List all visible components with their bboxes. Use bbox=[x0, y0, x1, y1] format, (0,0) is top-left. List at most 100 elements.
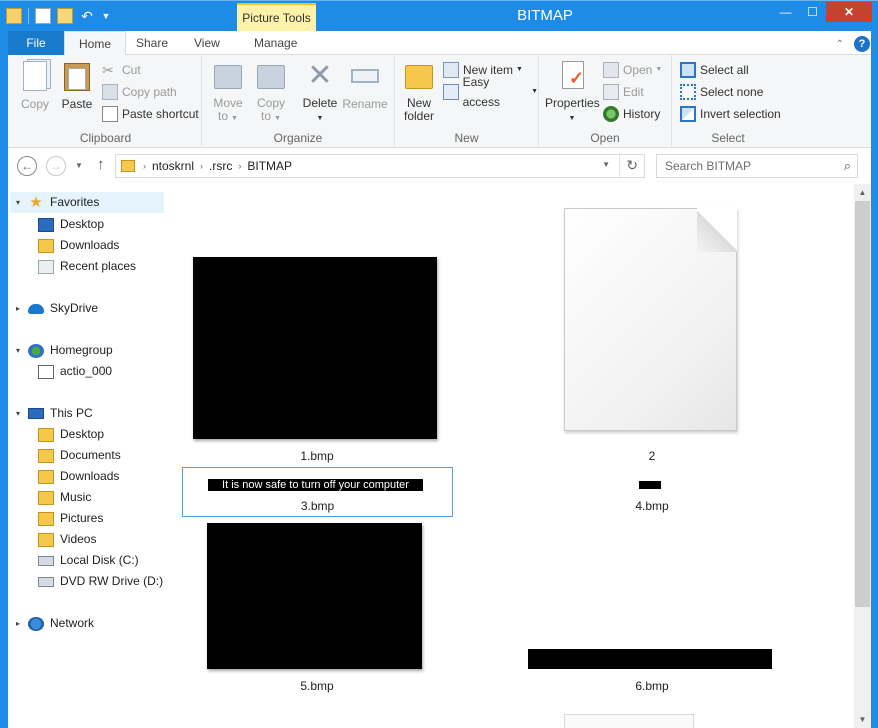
forward-button[interactable]: → bbox=[46, 156, 66, 176]
minimize-button[interactable]: — bbox=[772, 2, 799, 22]
invert-selection-button[interactable]: Invert selection bbox=[680, 104, 781, 124]
videos-folder-icon bbox=[38, 532, 54, 547]
copy-path-icon bbox=[102, 84, 118, 100]
file-item-3-bmp[interactable]: It is now safe to turn off your computer… bbox=[182, 467, 453, 517]
nav-favorites-label: Favorites bbox=[50, 195, 100, 209]
copy-label: Copy bbox=[20, 97, 49, 111]
collapse-chevron-icon[interactable]: ▾ bbox=[16, 409, 20, 418]
nav-favorites[interactable]: ★ Favorites bbox=[10, 192, 164, 213]
thumbnail-image: It is now safe to turn off your computer bbox=[208, 479, 423, 491]
breadcrumb-bitmap[interactable]: BITMAP bbox=[247, 159, 292, 173]
vertical-scrollbar[interactable]: ▲ ▼ bbox=[854, 184, 871, 728]
file-item-2[interactable]: 2 bbox=[516, 204, 788, 468]
refresh-icon[interactable]: ↻ bbox=[626, 157, 638, 174]
edit-button[interactable]: Edit bbox=[603, 82, 644, 102]
nav-skydrive[interactable]: SkyDrive bbox=[28, 298, 98, 319]
nav-pc-videos[interactable]: Videos bbox=[38, 529, 96, 550]
delete-button[interactable]: ✕ Delete ▼ bbox=[300, 59, 340, 125]
nav-network[interactable]: Network bbox=[28, 613, 94, 634]
nav-recent-places[interactable]: Recent places bbox=[38, 256, 136, 277]
new-folder-button[interactable]: New folder bbox=[401, 59, 437, 123]
nav-user[interactable]: actio_000 bbox=[38, 361, 112, 382]
next-file-item-partial[interactable] bbox=[564, 714, 694, 728]
nav-downloads[interactable]: Downloads bbox=[38, 235, 119, 256]
network-icon bbox=[28, 616, 44, 631]
copy-path-button[interactable]: Copy path bbox=[102, 82, 177, 102]
select-all-button[interactable]: Select all bbox=[680, 60, 749, 80]
window-title: BITMAP bbox=[517, 7, 573, 24]
minimize-ribbon-chevron-icon[interactable]: ⌃ bbox=[836, 39, 844, 50]
open-group-label: Open bbox=[590, 131, 620, 145]
file-item-5-bmp[interactable]: 5.bmp bbox=[182, 520, 452, 700]
search-input[interactable]: Search BITMAP ⌕ bbox=[656, 154, 858, 178]
file-name-label: 5.bmp bbox=[300, 679, 334, 693]
nav-this-pc[interactable]: This PC bbox=[28, 403, 93, 424]
scrollbar-thumb[interactable] bbox=[855, 201, 870, 607]
window-inner-border bbox=[8, 149, 10, 728]
nav-homegroup-label: Homegroup bbox=[50, 343, 113, 357]
nav-dvd-drive[interactable]: DVD RW Drive (D:) S bbox=[38, 571, 166, 592]
breadcrumb-chevron-icon[interactable]: › bbox=[200, 161, 203, 171]
move-to-label-2: to bbox=[218, 109, 229, 123]
collapse-chevron-icon[interactable]: ▾ bbox=[16, 198, 20, 207]
delete-x-icon: ✕ bbox=[307, 59, 333, 92]
maximize-button[interactable]: ☐ bbox=[799, 2, 826, 22]
move-to-label: Move bbox=[213, 96, 243, 110]
address-bar[interactable]: › ntoskrnl › .rsrc › BITMAP ▼ ↻ bbox=[115, 154, 645, 178]
address-history-chevron-icon[interactable]: ▼ bbox=[602, 160, 610, 169]
back-button[interactable]: ← bbox=[17, 156, 37, 176]
tab-view[interactable]: View bbox=[180, 31, 234, 55]
scroll-down-arrow-icon[interactable]: ▼ bbox=[854, 711, 871, 728]
desktop-icon bbox=[38, 217, 54, 232]
cut-label: Cut bbox=[122, 63, 141, 77]
expand-chevron-icon[interactable]: ▸ bbox=[16, 619, 20, 628]
paste-shortcut-icon bbox=[102, 106, 118, 122]
copy-button[interactable]: Copy bbox=[18, 59, 52, 111]
nav-desktop[interactable]: Desktop bbox=[38, 214, 104, 235]
open-button[interactable]: Open ▼ bbox=[603, 60, 662, 80]
nav-pc-desktop[interactable]: Desktop bbox=[38, 424, 104, 445]
nav-pc-documents[interactable]: Documents bbox=[38, 445, 121, 466]
title-bar: ↶ ▼ BITMAP — ☐ ✕ bbox=[0, 0, 878, 31]
paste-button[interactable]: Paste bbox=[60, 59, 94, 111]
expand-chevron-icon[interactable]: ▸ bbox=[16, 304, 20, 313]
scroll-up-arrow-icon[interactable]: ▲ bbox=[854, 184, 871, 201]
file-item-6-bmp[interactable]: 6.bmp bbox=[516, 520, 788, 700]
thumbnail-image bbox=[528, 649, 772, 669]
nav-pc-music[interactable]: Music bbox=[38, 487, 91, 508]
up-arrow-icon[interactable]: ↑ bbox=[97, 156, 105, 173]
paste-shortcut-button[interactable]: Paste shortcut bbox=[102, 104, 199, 124]
blank-file-icon bbox=[564, 208, 737, 431]
user-avatar-icon bbox=[38, 364, 54, 379]
tab-file[interactable]: File bbox=[8, 31, 64, 55]
close-button[interactable]: ✕ bbox=[826, 2, 872, 22]
file-name-label: 2 bbox=[648, 449, 656, 463]
select-none-button[interactable]: Select none bbox=[680, 82, 763, 102]
rename-button[interactable]: Rename bbox=[342, 59, 388, 111]
history-button[interactable]: History bbox=[603, 104, 660, 124]
cut-button[interactable]: ✂ Cut bbox=[102, 60, 141, 80]
file-item-4-bmp[interactable]: 4.bmp bbox=[516, 467, 788, 517]
properties-button[interactable]: Properties▼ bbox=[545, 59, 600, 125]
breadcrumb-chevron-icon[interactable]: › bbox=[143, 161, 146, 171]
nav-local-disk[interactable]: Local Disk (C:) bbox=[38, 550, 139, 571]
breadcrumb-chevron-icon[interactable]: › bbox=[238, 161, 241, 171]
move-to-button[interactable]: Move to ▼ bbox=[210, 59, 246, 125]
breadcrumb-rsrc[interactable]: .rsrc bbox=[209, 159, 232, 173]
easy-access-button[interactable]: Easy access ▼ bbox=[443, 75, 538, 109]
help-icon[interactable]: ? bbox=[854, 36, 870, 52]
collapse-chevron-icon[interactable]: ▾ bbox=[16, 346, 20, 355]
nav-pc-pictures[interactable]: Pictures bbox=[38, 508, 103, 529]
tab-manage[interactable]: Manage bbox=[240, 31, 311, 55]
file-item-1-bmp[interactable]: 1.bmp bbox=[182, 244, 452, 468]
picture-tools-contextual-tab: Picture Tools bbox=[237, 3, 316, 31]
copy-to-button[interactable]: Copy to ▼ bbox=[254, 59, 288, 125]
copy-icon bbox=[19, 59, 51, 93]
breadcrumb-ntoskrnl[interactable]: ntoskrnl bbox=[152, 159, 194, 173]
search-icon[interactable]: ⌕ bbox=[844, 158, 851, 174]
nav-homegroup[interactable]: Homegroup bbox=[28, 340, 113, 361]
nav-pc-downloads[interactable]: Downloads bbox=[38, 466, 119, 487]
recent-locations-chevron-icon[interactable]: ▼ bbox=[75, 161, 83, 170]
tab-share[interactable]: Share bbox=[122, 31, 182, 55]
tab-home[interactable]: Home bbox=[64, 31, 127, 56]
